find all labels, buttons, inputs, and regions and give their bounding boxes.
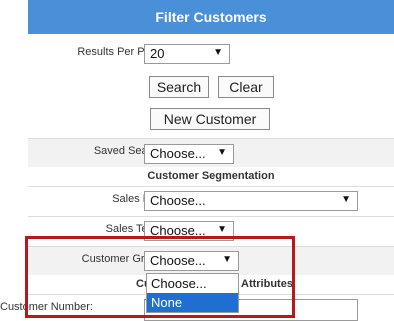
dropdown-option-choose[interactable]: Choose... [147,274,238,293]
chevron-down-icon: ▼ [213,47,223,58]
chevron-down-icon: ▼ [341,194,351,205]
customer-segmentation-title: Customer Segmentation [147,170,275,182]
results-per-page-select[interactable]: 20 ▼ [144,44,230,64]
results-per-page-row: Results Per Page: 20 ▼ [28,42,394,70]
search-button[interactable]: Search [149,76,209,98]
sales-team-select[interactable]: Choose... ▼ [144,221,234,241]
dropdown-option-none[interactable]: None [147,293,238,312]
clear-button[interactable]: Clear [218,76,274,98]
saved-search-row: Saved Search: Choose... ▼ [28,138,394,167]
chevron-down-icon: ▼ [217,224,227,235]
sales-rep-value: Choose... [150,193,206,208]
customer-group-value: Choose... [150,253,206,268]
customer-group-row: Customer Group: Choose... ▼ [28,246,394,275]
saved-search-value: Choose... [150,146,206,161]
new-customer-button[interactable]: New Customer [150,108,270,130]
panel-title: Filter Customers [28,0,394,34]
sales-rep-row: Sales Rep: Choose... ▼ [28,186,394,215]
sales-team-value: Choose... [150,223,206,238]
chevron-down-icon: ▼ [217,147,227,158]
saved-search-select[interactable]: Choose... ▼ [144,144,234,164]
sales-team-row: Sales Team: Choose... ▼ [28,216,394,245]
customer-group-dropdown-list[interactable]: Choose... None [146,273,239,313]
filter-customers-panel: Filter Customers Results Per Page: 20 ▼ … [0,0,394,321]
sales-rep-select[interactable]: Choose... ▼ [144,191,358,211]
chevron-down-icon: ▼ [222,254,232,265]
customer-group-select[interactable]: Choose... ▼ [144,251,239,271]
customer-number-label: Customer Number: [0,301,93,313]
results-per-page-value: 20 [150,46,165,61]
customer-attributes-title-right: Attributes [241,278,293,290]
